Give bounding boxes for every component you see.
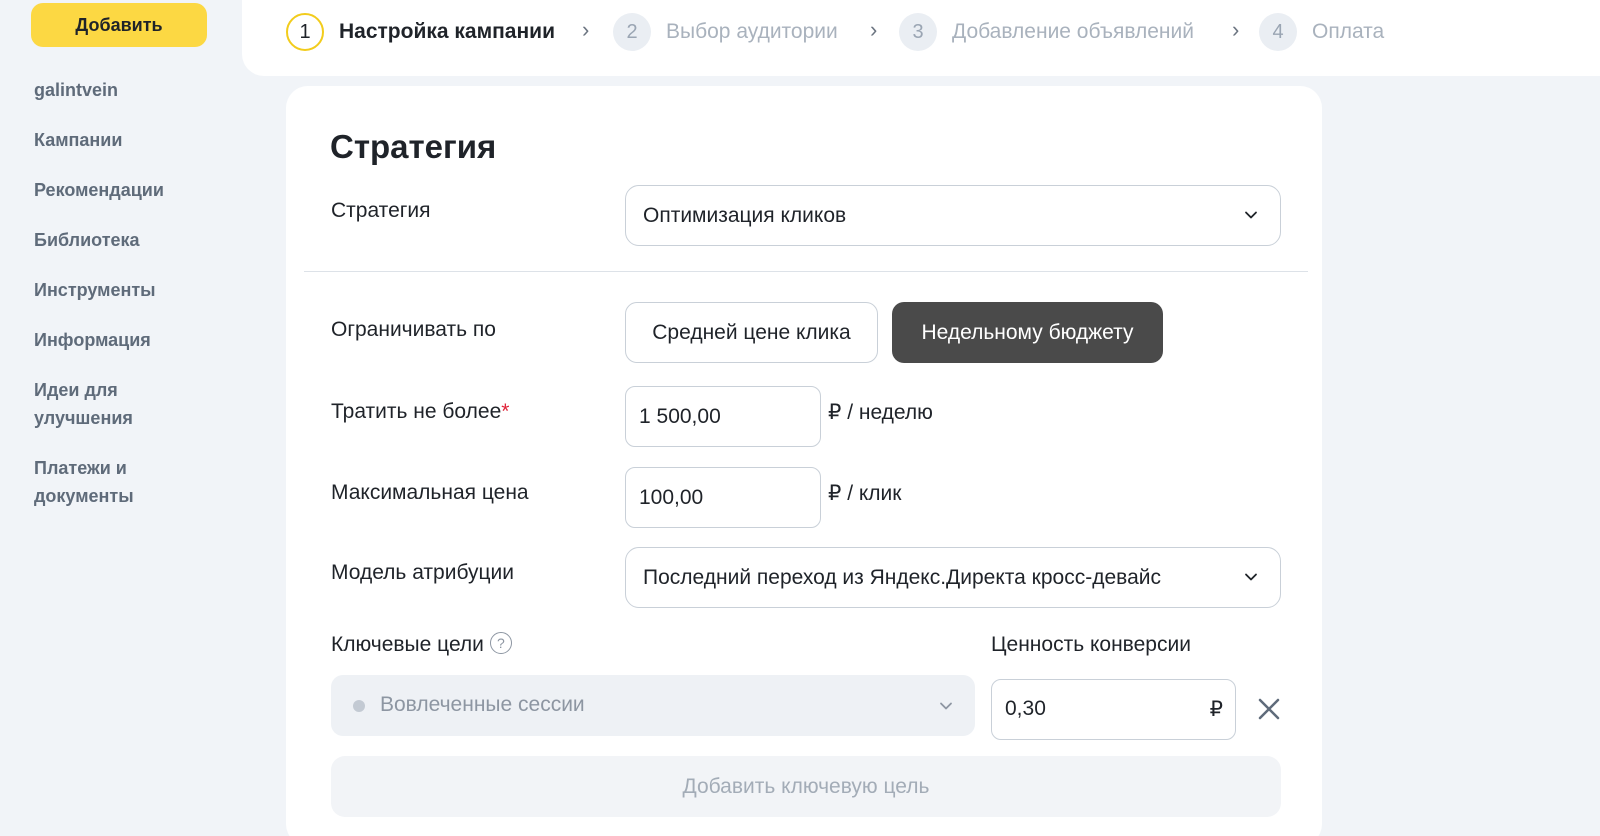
chevron-down-icon bbox=[1245, 211, 1257, 219]
sidebar-item-recommendations[interactable]: Рекомендации bbox=[34, 176, 234, 204]
strategy-select-value: Оптимизация кликов bbox=[643, 203, 847, 227]
spend-label-text: Тратить не более bbox=[331, 400, 502, 423]
sidebar-item-account[interactable]: galintvein bbox=[34, 76, 234, 104]
attribution-label: Модель атрибуции bbox=[331, 561, 515, 584]
strategy-card: Стратегия Стратегия Оптимизация кликов О… bbox=[286, 86, 1322, 836]
spend-label: Тратить не более* bbox=[331, 400, 509, 424]
max-price-unit: ₽ / клик bbox=[828, 482, 902, 505]
max-price-label: Максимальная цена bbox=[331, 481, 529, 504]
attribution-select[interactable]: Последний переход из Яндекс.Директа крос… bbox=[625, 547, 1281, 608]
strategy-label: Стратегия bbox=[331, 199, 431, 222]
step-number: 3 bbox=[899, 13, 937, 51]
max-price-input[interactable] bbox=[625, 467, 821, 528]
campaign-stepper: 1 Настройка кампании › 2 Выбор аудитории… bbox=[242, 0, 1600, 76]
conversion-value-label: Ценность конверсии bbox=[991, 633, 1191, 656]
step-label: Оплата bbox=[1312, 20, 1385, 43]
chevron-right-icon: › bbox=[870, 17, 878, 42]
close-icon[interactable] bbox=[1255, 695, 1283, 723]
sidebar-item-library[interactable]: Библиотека bbox=[34, 226, 234, 254]
sidebar-item-tools[interactable]: Инструменты bbox=[34, 276, 234, 304]
conversion-value-field: ₽ bbox=[991, 679, 1236, 740]
step-label: Добавление объявлений bbox=[952, 20, 1194, 43]
sidebar-item-payments[interactable]: Платежи и документы bbox=[34, 454, 234, 510]
chevron-right-icon: › bbox=[582, 17, 590, 42]
attribution-select-value: Последний переход из Яндекс.Директа крос… bbox=[643, 565, 1161, 589]
goal-status-dot bbox=[353, 700, 365, 712]
sidebar: Добавить galintvein Кампании Рекомендаци… bbox=[0, 0, 240, 836]
step-campaign-setup[interactable]: 1 Настройка кампании bbox=[286, 12, 555, 52]
section-divider bbox=[304, 271, 1308, 272]
step-label: Выбор аудитории bbox=[666, 20, 838, 43]
conversion-value-input[interactable] bbox=[992, 680, 1192, 738]
sidebar-nav: galintvein Кампании Рекомендации Библиот… bbox=[34, 76, 234, 532]
key-goal-select[interactable]: Вовлеченные сессии bbox=[331, 675, 975, 736]
step-number: 1 bbox=[286, 13, 324, 51]
key-goals-label: Ключевые цели? bbox=[331, 632, 512, 657]
help-icon[interactable]: ? bbox=[489, 632, 512, 655]
add-key-goal-button[interactable]: Добавить ключевую цель bbox=[331, 756, 1281, 817]
limit-avg-cpc-button[interactable]: Средней цене клика bbox=[625, 302, 878, 363]
key-goal-value: Вовлеченные сессии bbox=[380, 693, 585, 716]
limit-label: Ограничивать по bbox=[331, 318, 496, 341]
key-goals-label-text: Ключевые цели bbox=[331, 633, 484, 656]
spend-limit-input[interactable] bbox=[625, 386, 821, 447]
step-ads[interactable]: 3 Добавление объявлений bbox=[899, 12, 1194, 52]
chevron-down-icon bbox=[940, 702, 952, 710]
step-number: 2 bbox=[613, 13, 651, 51]
conversion-value-unit: ₽ bbox=[1209, 698, 1223, 721]
sidebar-item-information[interactable]: Информация bbox=[34, 326, 234, 354]
step-number: 4 bbox=[1259, 13, 1297, 51]
step-audience[interactable]: 2 Выбор аудитории bbox=[613, 12, 838, 52]
required-marker: * bbox=[501, 400, 510, 423]
sidebar-item-campaigns[interactable]: Кампании bbox=[34, 126, 234, 154]
sidebar-item-ideas[interactable]: Идеи для улучшения bbox=[34, 376, 234, 432]
strategy-select[interactable]: Оптимизация кликов bbox=[625, 185, 1281, 246]
chevron-down-icon bbox=[1245, 573, 1257, 581]
add-button[interactable]: Добавить bbox=[31, 3, 207, 47]
step-label: Настройка кампании bbox=[339, 20, 555, 43]
chevron-right-icon: › bbox=[1232, 17, 1240, 42]
card-title: Стратегия bbox=[330, 128, 497, 165]
step-payment[interactable]: 4 Оплата bbox=[1259, 12, 1384, 52]
spend-unit: ₽ / неделю bbox=[828, 401, 933, 424]
limit-weekly-budget-button[interactable]: Недельному бюджету bbox=[892, 302, 1163, 363]
